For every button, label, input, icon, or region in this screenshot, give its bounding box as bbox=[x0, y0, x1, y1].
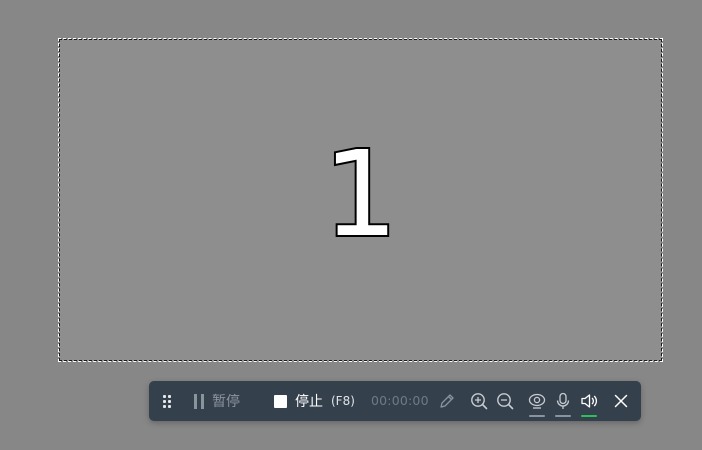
webcam-icon[interactable] bbox=[527, 391, 547, 411]
stop-shortcut: (F8) bbox=[331, 394, 355, 408]
zoom-in-icon[interactable] bbox=[469, 391, 489, 411]
recording-timer: 00:00:00 bbox=[371, 393, 429, 408]
pause-label: 暂停 bbox=[212, 394, 240, 410]
microphone-status-indicator bbox=[555, 415, 571, 417]
pen-icon[interactable] bbox=[437, 391, 457, 411]
stop-button[interactable]: 停止 (F8) bbox=[274, 391, 355, 411]
speaker-icon[interactable] bbox=[579, 391, 599, 411]
zoom-out-icon[interactable] bbox=[495, 391, 515, 411]
drag-handle-icon[interactable] bbox=[163, 395, 171, 408]
recording-toolbar: 暂停 停止 (F8) 00:00:00 bbox=[149, 381, 641, 421]
capture-region[interactable]: 1 bbox=[58, 38, 663, 362]
pause-icon bbox=[193, 393, 205, 409]
speaker-status-indicator bbox=[581, 415, 597, 417]
close-icon[interactable] bbox=[611, 391, 631, 411]
stop-label: 停止 bbox=[295, 394, 323, 410]
microphone-icon[interactable] bbox=[553, 391, 573, 411]
webcam-status-indicator bbox=[529, 415, 545, 417]
stop-icon bbox=[274, 394, 287, 408]
countdown-number: 1 bbox=[321, 125, 400, 263]
screen-background: 1 暂停 停止 (F8) 00:00:00 bbox=[0, 0, 702, 450]
pause-button[interactable]: 暂停 bbox=[193, 391, 240, 411]
